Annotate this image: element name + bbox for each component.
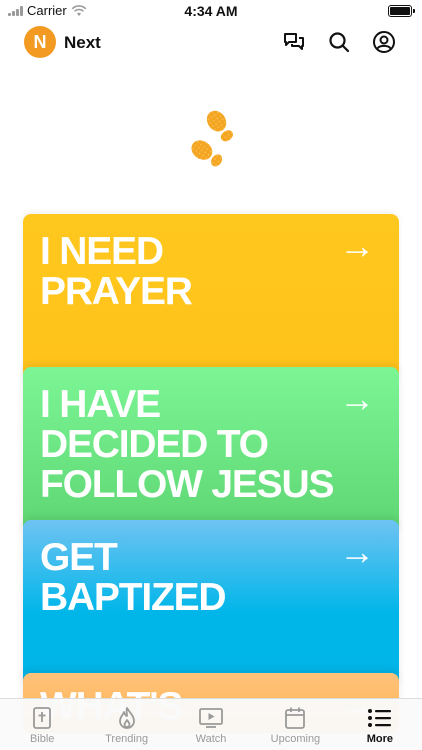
footsteps-icon [184,108,238,172]
tab-watch[interactable]: Watch [169,699,253,750]
tab-label: More [366,733,393,745]
bible-icon [29,705,55,731]
chat-bubbles-icon[interactable] [282,30,306,54]
app-logo[interactable]: N [24,26,56,58]
tab-label: Upcoming [270,733,321,745]
list-icon [367,705,393,731]
card-title: GET BAPTIZED [40,536,227,619]
card-follow-jesus[interactable]: I HAVE DECIDED TO FOLLOW JESUS → [23,367,399,537]
tab-label: Trending [105,733,149,745]
arrow-right-icon: → [339,225,375,266]
page-title: Next [64,33,101,52]
calendar-icon [282,705,308,731]
logo-letter: N [33,31,47,52]
card-title: I NEED PRAYER [40,230,193,313]
tab-label: Bible [29,733,55,745]
arrow-right-icon: → [339,378,375,419]
tab-more[interactable]: More [338,699,422,750]
tab-bible[interactable]: Bible [0,699,84,750]
flame-icon [114,705,140,731]
tab-label: Watch [195,733,227,745]
tab-upcoming[interactable]: Upcoming [253,699,337,750]
app-header: N Next [0,26,422,62]
card-get-baptized[interactable]: GET BAPTIZED → [23,520,399,690]
card-need-prayer[interactable]: I NEED PRAYER → [23,214,399,384]
card-title: I HAVE DECIDED TO FOLLOW JESUS [40,383,334,506]
arrow-right-icon: → [339,531,375,572]
tab-trending[interactable]: Trending [84,699,168,750]
battery-icon [388,5,415,17]
profile-icon[interactable] [372,30,396,54]
play-screen-icon [198,705,224,731]
status-bar: Carrier 4:34 AM [0,0,422,22]
status-time: 4:34 AM [184,3,238,19]
tab-bar: Bible Trending Watch Upcoming More [0,698,422,750]
search-icon[interactable] [327,30,351,54]
